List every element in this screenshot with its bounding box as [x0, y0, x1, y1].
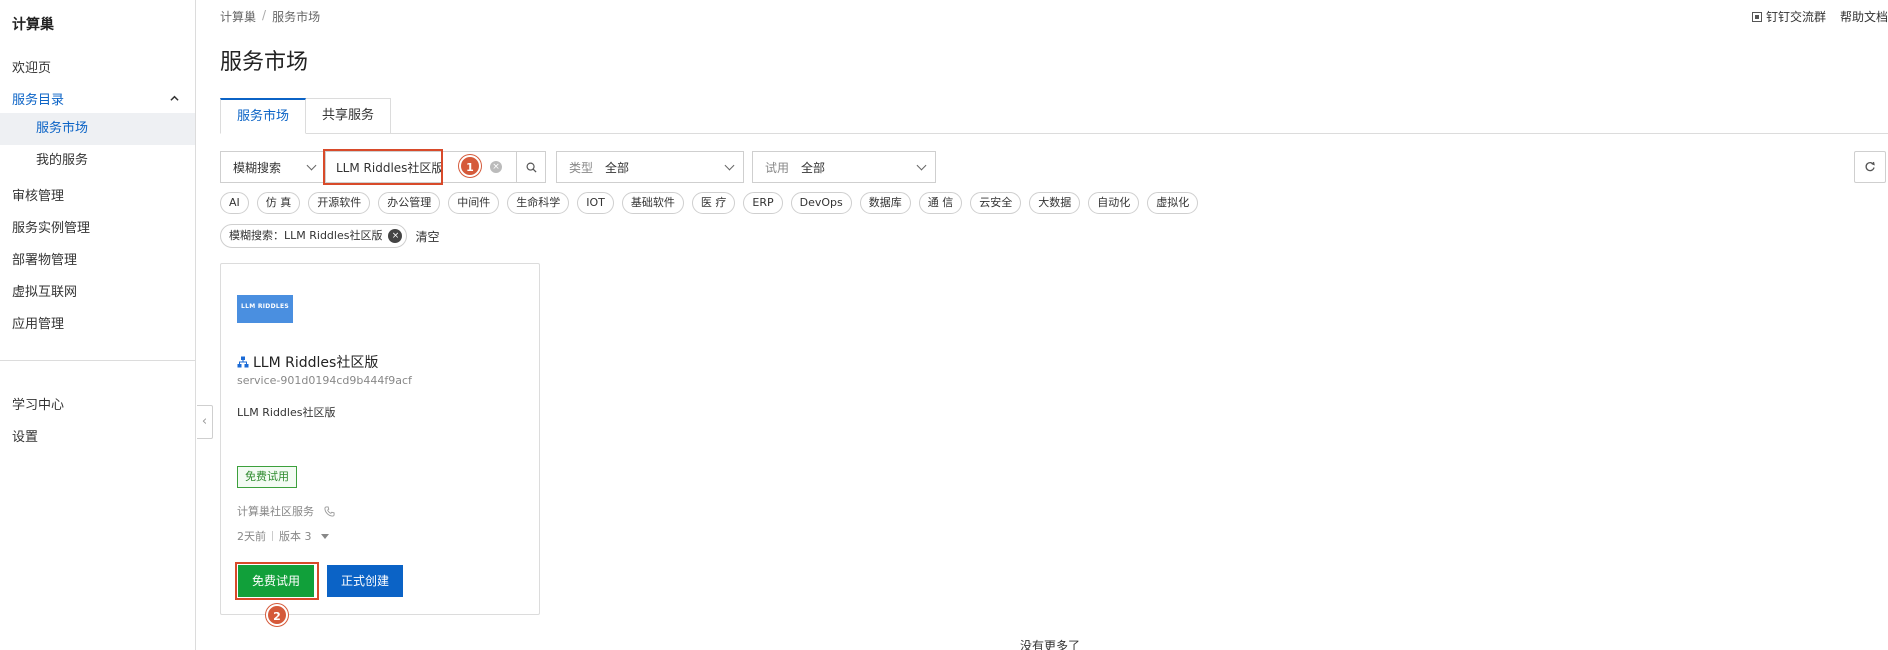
- sidebar-item-artifacts[interactable]: 部署物管理: [12, 249, 77, 268]
- category-chip[interactable]: DevOps: [790, 192, 852, 214]
- sidebar-item-review[interactable]: 审核管理: [12, 185, 64, 204]
- sidebar-item-my-services[interactable]: 我的服务: [0, 145, 195, 177]
- service-age: 2天前: [237, 530, 266, 543]
- active-filter-row: 模糊搜索：LLM Riddles社区版 × 清空: [220, 224, 439, 248]
- category-chip[interactable]: 大数据: [1029, 192, 1081, 214]
- provider-row: 计算巢社区服务: [237, 503, 335, 519]
- category-chip[interactable]: 生命科学: [507, 192, 570, 214]
- type-value: 全部: [605, 160, 630, 175]
- clear-input-icon[interactable]: ×: [490, 161, 502, 173]
- category-chips: AI 仿 真开源软件 办公管理 中间件 生命科学 IOT 基础软件医 疗 ERP DevOps 数…: [220, 192, 1199, 214]
- tab-shared-services[interactable]: 共享服务: [305, 98, 392, 134]
- sidebar-item-vpc[interactable]: 虚拟互联网: [12, 281, 77, 300]
- sidebar-item-apps[interactable]: 应用管理: [12, 313, 64, 332]
- category-chip[interactable]: 仿 真: [256, 192, 301, 214]
- provider-name: 计算巢社区服务: [237, 505, 314, 518]
- chevron-down-icon: [916, 160, 927, 171]
- sidebar-item-instances[interactable]: 服务实例管理: [12, 217, 90, 236]
- category-chip[interactable]: AI: [220, 192, 249, 214]
- category-chip[interactable]: ERP: [743, 192, 783, 214]
- type-select[interactable]: 类型 全部: [556, 151, 744, 183]
- step-marker-1: 1: [459, 155, 481, 177]
- service-card[interactable]: LLM RIDDLES LLM Riddles社区版 service-901d0…: [220, 263, 540, 626]
- category-chip[interactable]: 自动化: [1088, 192, 1140, 214]
- no-more-text: 没有更多了: [1020, 639, 1081, 650]
- chevron-down-icon: [724, 160, 735, 171]
- page-title: 服务市场: [220, 50, 309, 75]
- service-tree-icon: [237, 356, 249, 368]
- category-chip[interactable]: 医 疗: [691, 192, 736, 214]
- top-links: 钉钉交流群 帮助文档: [1751, 8, 1888, 25]
- search-mode-select[interactable]: 模糊搜索: [220, 151, 326, 183]
- service-title-row[interactable]: LLM Riddles社区版: [237, 352, 378, 372]
- tab-bar: 服务市场 共享服务: [220, 98, 392, 134]
- category-chip[interactable]: IOT: [577, 192, 614, 214]
- help-link[interactable]: 帮助文档: [1840, 8, 1888, 25]
- service-meta: 2天前 版本 3: [237, 528, 329, 544]
- trial-prefix: 试用: [765, 160, 790, 175]
- service-id: service-901d0194cd9b444f9acf: [237, 374, 412, 387]
- sidebar-item-service-catalog[interactable]: 服务目录: [12, 89, 64, 108]
- breadcrumb-root[interactable]: 计算巢: [220, 8, 256, 25]
- sidebar: 计算巢 欢迎页 服务目录 服务市场 我的服务 审核管理 服务实例管理 部署物管理…: [0, 0, 196, 650]
- service-version[interactable]: 版本 3: [279, 528, 312, 544]
- service-logo: LLM RIDDLES: [237, 295, 293, 323]
- search-input[interactable]: LLM Riddles社区版: [325, 151, 517, 183]
- step-marker-2: 2: [266, 604, 288, 626]
- dingtalk-label: 钉钉交流群: [1765, 10, 1826, 24]
- sidebar-collapse-handle[interactable]: ‹: [197, 405, 213, 439]
- service-title: LLM Riddles社区版: [253, 355, 379, 371]
- category-chip[interactable]: 虚拟化: [1147, 192, 1199, 214]
- category-chip[interactable]: 通 信: [918, 192, 963, 214]
- free-trial-badge: 免费试用: [237, 466, 297, 488]
- refresh-button[interactable]: [1854, 151, 1886, 183]
- breadcrumb: 计算巢 / 服务市场: [220, 8, 320, 25]
- active-filter-tag: 模糊搜索：LLM Riddles社区版 ×: [220, 224, 408, 248]
- refresh-icon: [1865, 161, 1875, 172]
- type-prefix: 类型: [569, 160, 594, 175]
- meta-divider: [272, 531, 273, 541]
- sidebar-item-welcome[interactable]: 欢迎页: [12, 57, 51, 76]
- brand-title: 计算巢: [12, 17, 54, 33]
- service-description: LLM Riddles社区版: [237, 406, 336, 419]
- chevron-down-icon: [306, 160, 317, 171]
- trial-select[interactable]: 试用 全部: [752, 151, 936, 183]
- clear-filters-link[interactable]: 清空: [415, 228, 439, 245]
- sidebar-item-settings[interactable]: 设置: [12, 426, 38, 445]
- category-chip[interactable]: 办公管理: [378, 192, 441, 214]
- phone-icon[interactable]: [324, 505, 335, 517]
- tab-service-market[interactable]: 服务市场: [220, 98, 307, 134]
- version-dropdown-icon[interactable]: [320, 533, 329, 539]
- sidebar-item-learning[interactable]: 学习中心: [12, 394, 64, 413]
- category-chip[interactable]: 开源软件: [308, 192, 371, 214]
- tabs-divider: [220, 133, 1888, 134]
- search-button[interactable]: [516, 151, 546, 183]
- active-filter-label: 模糊搜索：LLM Riddles社区版: [229, 229, 383, 242]
- category-chip[interactable]: 数据库: [859, 192, 911, 214]
- formal-create-button[interactable]: 正式创建: [327, 565, 404, 597]
- dingtalk-link[interactable]: 钉钉交流群: [1751, 8, 1826, 25]
- category-chip[interactable]: 云安全: [970, 192, 1022, 214]
- search-icon: [526, 162, 537, 173]
- breadcrumb-separator: /: [262, 8, 267, 22]
- chevron-up-icon[interactable]: [170, 94, 179, 103]
- sidebar-divider: [0, 360, 195, 361]
- search-input-value: LLM Riddles社区版: [336, 160, 444, 175]
- search-mode-value: 模糊搜索: [233, 160, 282, 175]
- qrcode-icon: [1751, 11, 1762, 22]
- close-icon[interactable]: ×: [388, 229, 403, 243]
- free-trial-button[interactable]: 免费试用: [238, 565, 315, 597]
- category-chip[interactable]: 基础软件: [621, 192, 684, 214]
- category-chip[interactable]: 中间件: [448, 192, 500, 214]
- sidebar-item-service-market[interactable]: 服务市场: [0, 113, 195, 145]
- trial-value: 全部: [801, 160, 826, 175]
- breadcrumb-current: 服务市场: [272, 10, 321, 24]
